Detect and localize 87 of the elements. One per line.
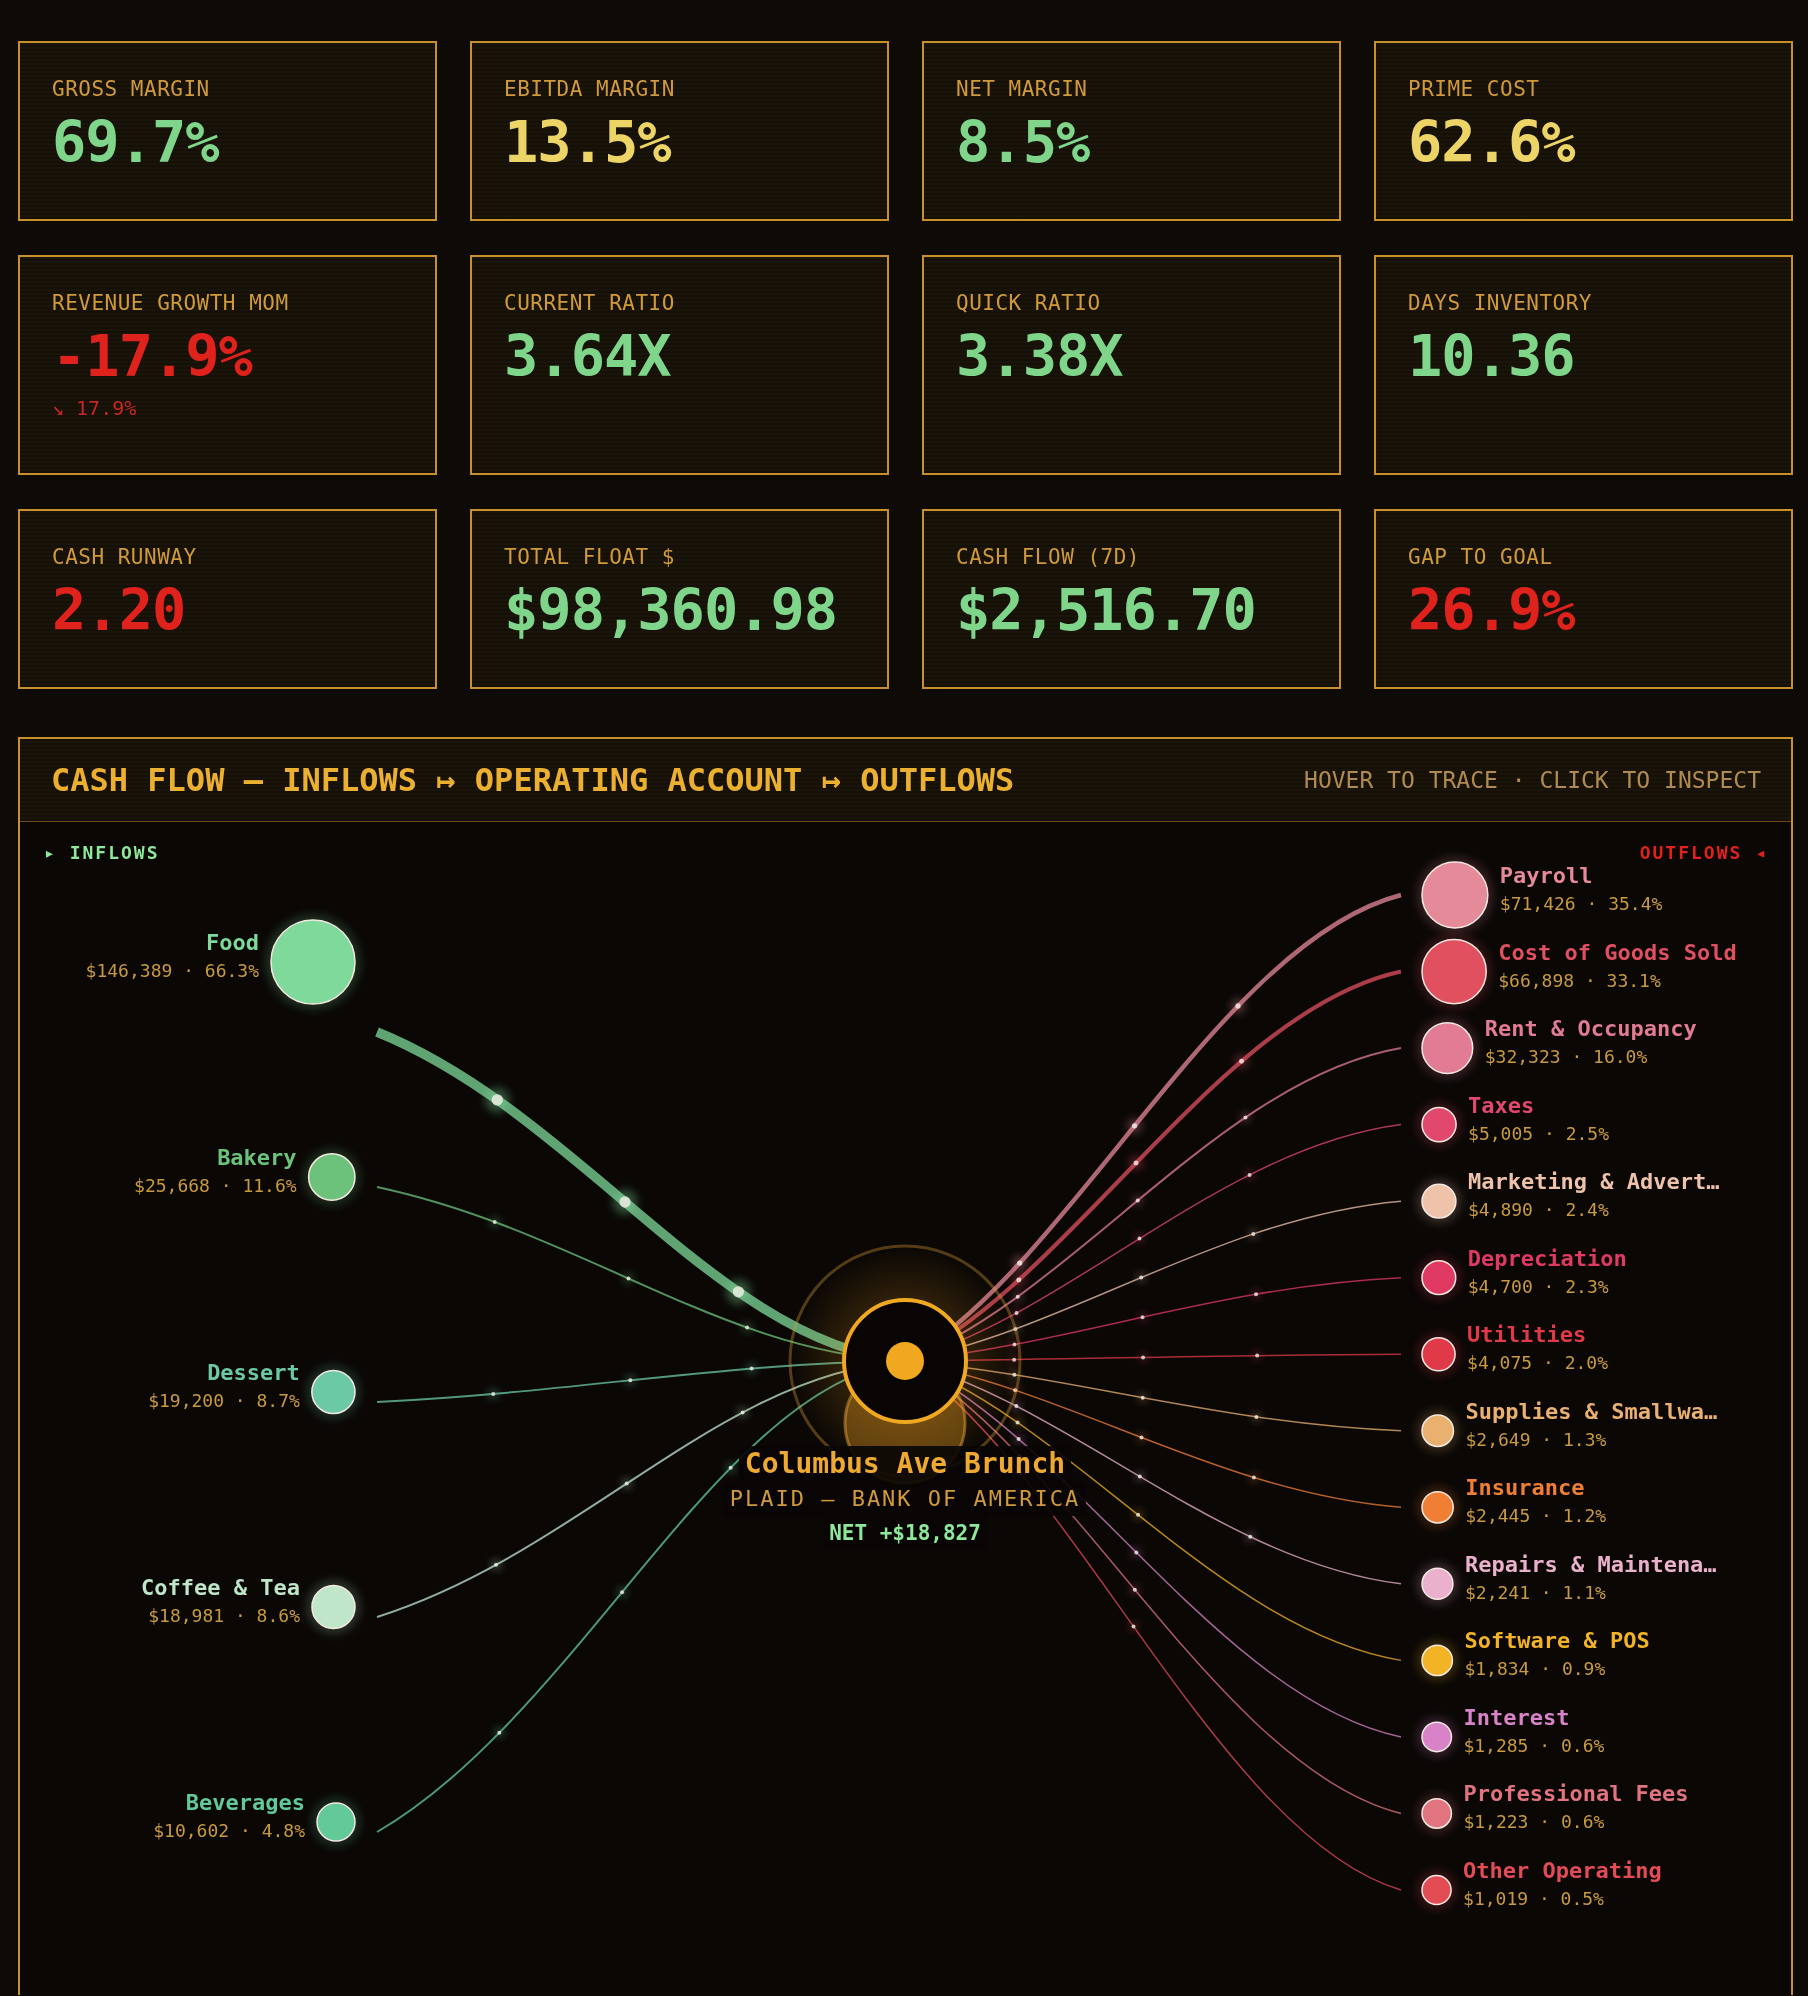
- kpi-value: $98,360.98: [504, 579, 839, 642]
- kpi-value: 8.5%: [956, 111, 1091, 174]
- outflow-name[interactable]: Repairs & Maintena…: [1464, 1549, 1717, 1580]
- outflow-name[interactable]: Professional Fees: [1463, 1779, 1689, 1810]
- kpi-value: -17.9%: [52, 325, 254, 388]
- outflow-node[interactable]: [1421, 1644, 1454, 1677]
- inflow-node[interactable]: [307, 1153, 356, 1201]
- amount-share: $146,389 · 66.3%: [85, 959, 259, 983]
- amount-share: $66,898 · 33.1%: [1498, 968, 1662, 993]
- outflow-name[interactable]: Marketing & Advert…: [1467, 1167, 1720, 1198]
- kpi-label: GAP TO GOAL: [1408, 545, 1554, 569]
- amount-share: $71,426 · 35.4%: [1499, 892, 1663, 916]
- amount-share: $1,019 · 0.5%: [1463, 1887, 1605, 1911]
- inflow-name[interactable]: Coffee & Tea: [141, 1573, 300, 1603]
- outflow-node[interactable]: [1421, 938, 1487, 1005]
- outflow-node[interactable]: [1421, 861, 1489, 929]
- amount-share: $10,602 · 4.8%: [153, 1819, 305, 1843]
- kpi-label: CURRENT RATIO: [504, 291, 676, 315]
- outflow-name[interactable]: Depreciation: [1467, 1243, 1627, 1274]
- outflow-name[interactable]: Payroll: [1499, 861, 1663, 891]
- outflows-heading: OUTFLOWS ◂: [1639, 842, 1768, 863]
- kpi-value: $2,516.70: [956, 579, 1257, 642]
- amount-share: $2,649 · 1.3%: [1465, 1427, 1608, 1452]
- outflow-node[interactable]: [1421, 1106, 1457, 1143]
- inflow-name[interactable]: Dessert: [148, 1358, 300, 1388]
- inflow-name[interactable]: Beverages: [153, 1788, 305, 1818]
- outflow-node[interactable]: [1421, 1874, 1452, 1906]
- amount-share: $4,890 · 2.4%: [1467, 1198, 1610, 1223]
- panel-title: CASH FLOW — INFLOWS ↦ OPERATING ACCOUNT ↦ OUTFLOWS: [51, 761, 1015, 799]
- kpi-label: DAYS INVENTORY: [1408, 291, 1593, 315]
- kpi-label: NET MARGIN: [956, 77, 1089, 101]
- kpi-value: 2.20: [52, 579, 187, 642]
- kpi-label: REVENUE GROWTH MOM: [52, 291, 290, 315]
- kpi-value: 3.64X: [504, 325, 672, 388]
- account-name: Columbus Ave Brunch: [738, 1446, 1072, 1482]
- outflow-name[interactable]: Rent & Occupancy: [1484, 1014, 1697, 1045]
- kpi-label: TOTAL FLOAT $: [504, 545, 676, 569]
- kpi-value: 26.9%: [1408, 579, 1576, 642]
- inflow-node[interactable]: [316, 1802, 356, 1842]
- outflow-node[interactable]: [1421, 1798, 1453, 1829]
- kpi-label: PRIME COST: [1408, 77, 1541, 101]
- inflow-node[interactable]: [311, 1584, 356, 1630]
- kpi-value: 3.38X: [956, 325, 1124, 388]
- kpi-label: EBITDA MARGIN: [504, 77, 676, 101]
- trend-value: ↘ 17.9%: [52, 395, 138, 420]
- amount-share: $25,668 · 11.6%: [134, 1174, 297, 1198]
- amount-share: $2,241 · 1.1%: [1464, 1580, 1607, 1605]
- inflow-name[interactable]: Bakery: [134, 1143, 297, 1173]
- kpi-value: 10.36: [1408, 325, 1576, 388]
- outflow-node[interactable]: [1421, 1721, 1453, 1753]
- kpi-label: CASH RUNWAY: [52, 545, 198, 569]
- amount-share: $1,285 · 0.6%: [1463, 1733, 1605, 1758]
- inflows-heading: ▸ INFLOWS: [44, 842, 160, 863]
- amount-share: $4,700 · 2.3%: [1467, 1274, 1610, 1299]
- inflow-node[interactable]: [270, 919, 356, 1005]
- kpi-value: 62.6%: [1408, 111, 1576, 174]
- kpi-value: 13.5%: [504, 111, 672, 174]
- amount-share: $5,005 · 2.5%: [1468, 1121, 1609, 1146]
- outflow-node[interactable]: [1421, 1260, 1457, 1296]
- amount-share: $18,981 · 8.6%: [147, 1604, 300, 1628]
- kpi-label: GROSS MARGIN: [52, 77, 211, 101]
- outflow-name[interactable]: Software & POS: [1464, 1626, 1650, 1657]
- outflow-name[interactable]: Insurance: [1465, 1473, 1607, 1504]
- outflow-name[interactable]: Supplies & Smallwa…: [1465, 1396, 1718, 1427]
- outflow-node[interactable]: [1421, 1183, 1457, 1219]
- panel-hint: HOVER TO TRACE · CLICK TO INSPECT: [1304, 767, 1761, 793]
- outflow-name[interactable]: Other Operating: [1463, 1856, 1662, 1886]
- outflow-name[interactable]: Taxes: [1468, 1090, 1609, 1121]
- kpi-label: QUICK RATIO: [956, 291, 1102, 315]
- outflow-node[interactable]: [1421, 1336, 1456, 1372]
- amount-share: $19,200 · 8.7%: [148, 1389, 300, 1413]
- amount-share: $2,445 · 1.2%: [1465, 1504, 1607, 1529]
- inflow-node[interactable]: [311, 1369, 356, 1415]
- amount-share: $32,323 · 16.0%: [1484, 1045, 1649, 1070]
- inflow-name[interactable]: Food: [85, 928, 259, 958]
- outflow-name[interactable]: Utilities: [1467, 1320, 1608, 1351]
- amount-share: $4,075 · 2.0%: [1467, 1351, 1608, 1376]
- amount-share: $1,834 · 0.9%: [1464, 1657, 1607, 1682]
- outflow-node[interactable]: [1421, 1414, 1455, 1448]
- kpi-value: 69.7%: [52, 111, 220, 174]
- outflow-name[interactable]: Cost of Goods Sold: [1498, 937, 1737, 968]
- amount-share: $1,223 · 0.6%: [1463, 1810, 1606, 1835]
- outflow-name[interactable]: Interest: [1463, 1702, 1605, 1733]
- outflow-node[interactable]: [1421, 1490, 1454, 1524]
- outflow-node[interactable]: [1421, 1567, 1454, 1601]
- outflow-node[interactable]: [1421, 1021, 1474, 1075]
- kpi-label: CASH FLOW (7D): [956, 545, 1141, 569]
